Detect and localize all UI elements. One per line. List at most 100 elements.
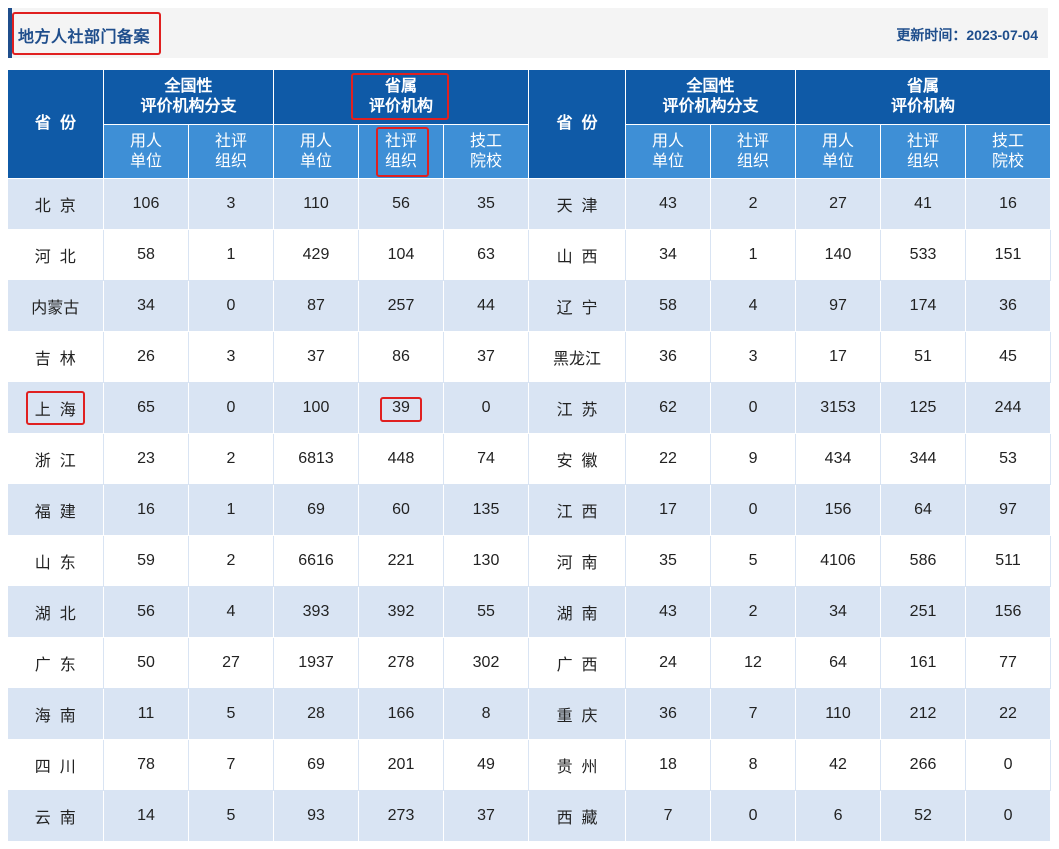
value-cell: 44 [443,280,530,332]
value-cell: 17 [625,484,712,536]
value-cell: 586 [880,535,967,587]
value-cell: 43 [625,178,712,230]
value-cell: 135 [443,484,530,536]
value-cell: 64 [795,637,882,689]
value-cell: 2 [710,586,797,638]
value-cell: 5 [710,535,797,587]
table-row: 北 京 106 3 110 56 35 天 津 43 2 27 41 16 [7,178,1052,230]
table-row: 四 川 78 7 69 201 49 贵 州 18 8 42 266 0 [7,739,1052,791]
value-cell: 166 [358,688,445,740]
value-cell: 56 [358,178,445,230]
value-cell: 257 [358,280,445,332]
province-cell: 河 北 [7,229,104,281]
value-cell: 58 [103,229,189,281]
value-cell: 3 [188,331,275,383]
value-cell: 18 [625,739,712,791]
value-cell: 35 [443,178,530,230]
header-tech-school: 技工 院校 [443,124,530,179]
value-cell: 0 [710,484,797,536]
value-cell: 110 [795,688,882,740]
value-cell: 41 [880,178,967,230]
value-cell: 174 [880,280,967,332]
value-cell: 4 [710,280,797,332]
province-cell: 辽 宁 [528,280,627,332]
update-time: 更新时间：2023-07-04 [896,27,1038,43]
value-cell: 97 [795,280,882,332]
value-cell: 28 [273,688,360,740]
header-province-left: 省 份 [7,69,104,179]
value-cell: 151 [965,229,1052,281]
value-cell: 35 [625,535,712,587]
header-social-org: 社评 组织 [710,124,797,179]
table-row: 湖 北 56 4 393 392 55 湖 南 43 2 34 251 156 [7,586,1052,638]
value-cell: 1937 [273,637,360,689]
value-cell: 392 [358,586,445,638]
province-cell: 上 海 [7,382,104,434]
province-cell: 天 津 [528,178,627,230]
value-cell: 59 [103,535,189,587]
value-cell: 36 [965,280,1052,332]
value-cell: 5 [188,688,275,740]
header-province-right: 省 份 [528,69,627,179]
province-cell: 重 庆 [528,688,627,740]
value-cell: 201 [358,739,445,791]
header-employer: 用人 单位 [795,124,882,179]
province-cell: 黑龙江 [528,331,627,383]
value-cell: 3153 [795,382,882,434]
value-cell: 266 [880,739,967,791]
value-cell: 0 [710,790,797,842]
header-national-left: 全国性 评价机构分支 [102,69,275,125]
value-cell: 53 [965,433,1052,485]
header-provincial-right: 省属 评价机构 [795,69,1052,125]
province-cell: 西 藏 [528,790,627,842]
value-cell: 106 [103,178,189,230]
value-cell: 86 [358,331,445,383]
value-cell: 69 [273,484,360,536]
header-tech-school: 技工 院校 [965,124,1052,179]
value-cell: 87 [273,280,360,332]
province-cell: 海 南 [7,688,104,740]
value-cell: 104 [358,229,445,281]
value-cell: 51 [880,331,967,383]
value-cell: 56 [103,586,189,638]
value-cell: 7 [188,739,275,791]
value-cell: 2 [188,433,275,485]
value-cell: 26 [103,331,189,383]
table-row: 上 海 65 0 100 39 0 江 苏 62 0 3153 125 244 [7,382,1052,434]
value-cell: 27 [795,178,882,230]
value-cell: 156 [795,484,882,536]
table-row: 云 南 14 5 93 273 37 西 藏 7 0 6 52 0 [7,790,1052,842]
province-cell: 安 徽 [528,433,627,485]
value-cell: 0 [188,280,275,332]
value-cell: 251 [880,586,967,638]
value-cell: 2 [188,535,275,587]
province-cell: 湖 北 [7,586,104,638]
province-cell: 内蒙古 [7,280,104,332]
value-cell: 0 [965,790,1052,842]
value-cell: 12 [710,637,797,689]
value-cell: 37 [443,790,530,842]
value-cell: 100 [273,382,360,434]
value-cell: 1 [188,484,275,536]
filing-table: 省 份 全国性 评价机构分支 省属 评价机构 省 份 全国性 评价机构分支 省属… [7,69,1052,842]
province-cell: 吉 林 [7,331,104,383]
value-cell: 0 [443,382,530,434]
value-cell: 52 [880,790,967,842]
value-cell: 244 [965,382,1052,434]
value-cell: 23 [103,433,189,485]
header-social-org: 社评 组织 [358,124,445,179]
value-cell: 0 [710,382,797,434]
value-cell: 49 [443,739,530,791]
value-cell: 39 [358,382,445,434]
value-cell: 24 [625,637,712,689]
value-cell: 140 [795,229,882,281]
table-row: 内蒙古 34 0 87 257 44 辽 宁 58 4 97 174 36 [7,280,1052,332]
province-cell: 江 西 [528,484,627,536]
value-cell: 9 [710,433,797,485]
page-title: 地方人社部门备案 [18,29,151,46]
value-cell: 5 [188,790,275,842]
value-cell: 16 [103,484,189,536]
value-cell: 6616 [273,535,360,587]
value-cell: 34 [625,229,712,281]
header-social-org: 社评 组织 [187,124,275,179]
